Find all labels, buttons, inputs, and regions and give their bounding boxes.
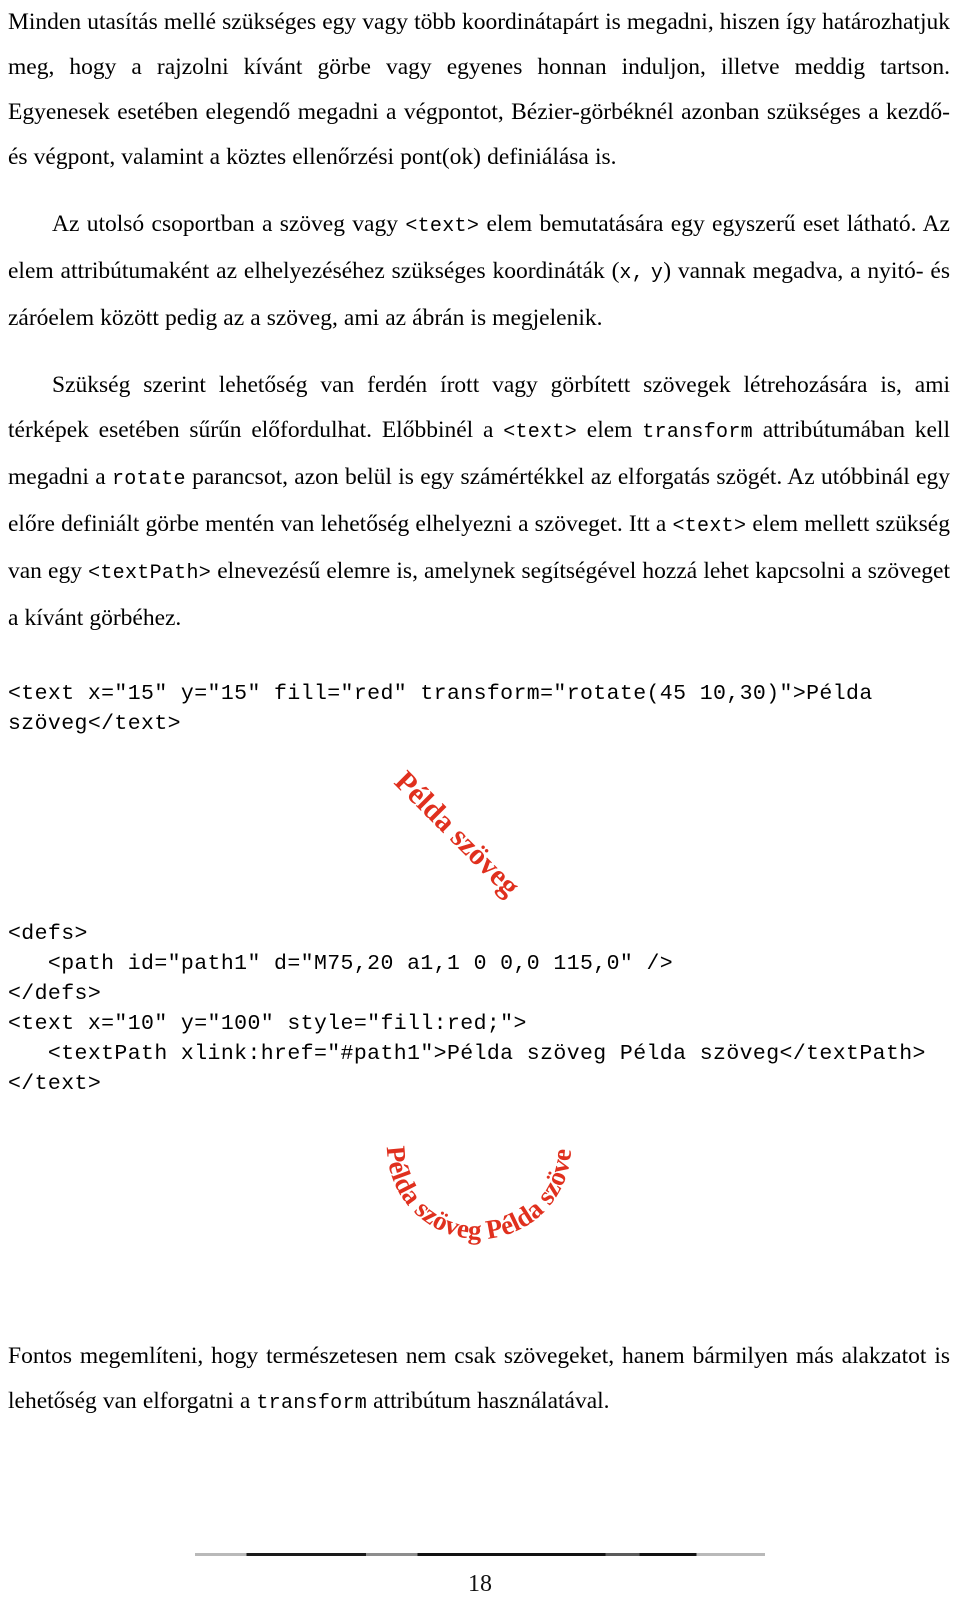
code-block-rotate-example: <text x="15" y="15" fill="red" transform… xyxy=(8,682,873,736)
inline-code: <textPath> xyxy=(88,562,212,585)
inline-code: transform xyxy=(642,421,753,444)
curved-text-sample: Példa szöveg Példa szöveg xyxy=(329,1125,577,1245)
inline-code: <text> xyxy=(405,215,480,238)
inline-code: <text> xyxy=(503,421,577,444)
figure-rotated-text: Példa szöveg xyxy=(8,749,950,919)
rotated-text-sample: Példa szöveg xyxy=(388,765,526,903)
inline-code: transform xyxy=(256,1392,368,1415)
page-footer: 18 xyxy=(0,1553,960,1598)
paragraph-coordinates: Minden utasítás mellé szükséges egy vagy… xyxy=(8,9,950,170)
footer-separator-rule xyxy=(195,1553,765,1556)
document-page: Minden utasítás mellé szükséges egy vagy… xyxy=(0,0,960,1610)
inline-code: rotate xyxy=(111,468,186,491)
paragraph-transform-note: Fontos megemlíteni, hogy természetesen n… xyxy=(8,1343,950,1415)
inline-code: x, xyxy=(619,262,645,285)
paragraph-rotate-textpath: Szükség szerint lehetőség van ferdén íro… xyxy=(8,372,950,631)
inline-code: y xyxy=(650,262,664,285)
code-block-textpath-example: <defs> <path id="path1" d="M75,20 a1,1 0… xyxy=(8,922,926,1096)
page-number: 18 xyxy=(468,1571,492,1597)
inline-code: <text> xyxy=(672,515,747,538)
paragraph-text-element: Az utolsó csoportban a szöveg vagy <text… xyxy=(8,211,950,331)
figure-curved-text: Példa szöveg Példa szöveg xyxy=(8,1125,950,1310)
